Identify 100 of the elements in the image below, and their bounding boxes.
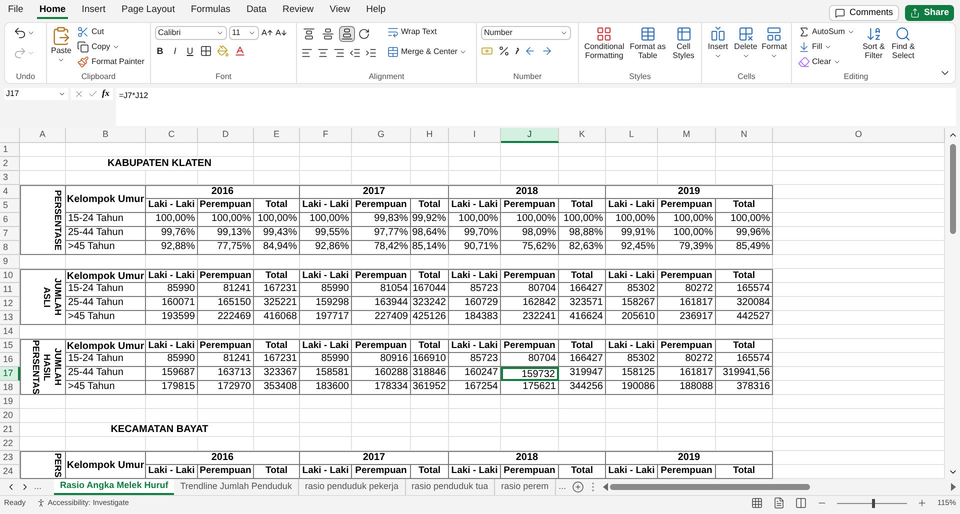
column-header[interactable]: M: [658, 128, 716, 143]
font-style-button[interactable]: B: [155, 46, 165, 56]
align-left-icon[interactable]: [301, 47, 313, 59]
empty-cell[interactable]: [606, 143, 658, 157]
empty-cell[interactable]: [411, 157, 449, 171]
row-header[interactable]: 11: [0, 283, 20, 297]
normal-view-icon[interactable]: [751, 497, 764, 509]
empty-cell[interactable]: [300, 409, 352, 423]
sheet-tab[interactable]: Rasio Angka Melek Huruf: [54, 479, 174, 495]
row-header[interactable]: 18: [0, 381, 20, 395]
page-break-icon[interactable]: [795, 497, 808, 509]
row-header[interactable]: 22: [0, 437, 20, 451]
empty-cell[interactable]: [352, 409, 411, 423]
empty-cell[interactable]: [66, 409, 146, 423]
empty-cell[interactable]: [606, 157, 658, 171]
undo-button[interactable]: [13, 26, 35, 40]
empty-cell[interactable]: [501, 157, 559, 171]
empty-cell[interactable]: [658, 423, 716, 437]
select-all-button[interactable]: [0, 128, 20, 143]
font-style-button[interactable]: I: [170, 46, 180, 56]
empty-cell[interactable]: [300, 157, 352, 171]
page-layout-icon[interactable]: [773, 497, 786, 509]
column-header[interactable]: G: [352, 128, 411, 143]
column-header[interactable]: D: [198, 128, 254, 143]
copy-button[interactable]: Copy: [75, 41, 146, 53]
name-box[interactable]: J17: [4, 88, 68, 100]
empty-cell[interactable]: [716, 423, 773, 437]
row-header[interactable]: 12: [0, 297, 20, 311]
empty-cell[interactable]: [773, 255, 945, 269]
confirm-icon[interactable]: [88, 89, 98, 99]
empty-cell[interactable]: [773, 409, 945, 423]
row-header[interactable]: 5: [0, 199, 20, 213]
font-color-icon[interactable]: [234, 45, 246, 57]
row-header[interactable]: 20: [0, 409, 20, 423]
indent-decrease-icon[interactable]: [349, 47, 361, 59]
column-header[interactable]: H: [411, 128, 449, 143]
increase-decimal-icon[interactable]: [524, 45, 536, 57]
cut-button[interactable]: Cut: [75, 26, 146, 38]
styles-button[interactable]: Format as Table: [629, 26, 666, 60]
column-header[interactable]: C: [146, 128, 198, 143]
empty-cell[interactable]: [146, 409, 198, 423]
row-header[interactable]: 23: [0, 451, 20, 465]
column-header[interactable]: F: [300, 128, 352, 143]
empty-cell[interactable]: [254, 143, 300, 157]
empty-cell[interactable]: [559, 409, 606, 423]
empty-cell[interactable]: [606, 409, 658, 423]
empty-cell[interactable]: [716, 409, 773, 423]
row-header[interactable]: 15: [0, 339, 20, 353]
column-header[interactable]: B: [66, 128, 146, 143]
share-button[interactable]: Share: [904, 5, 954, 21]
empty-cell[interactable]: [716, 157, 773, 171]
empty-cell[interactable]: [146, 143, 198, 157]
align-center-icon[interactable]: [317, 47, 329, 59]
empty-cell[interactable]: [449, 409, 501, 423]
empty-cell[interactable]: [559, 143, 606, 157]
comments-button[interactable]: Comments: [829, 5, 899, 21]
formula-field[interactable]: =J7*J12: [116, 88, 956, 126]
cells-button[interactable]: Format: [762, 26, 787, 60]
paint-bucket-icon[interactable]: [217, 45, 229, 57]
empty-cell[interactable]: [300, 423, 352, 437]
menu-tab[interactable]: Insert: [80, 3, 108, 19]
column-header[interactable]: E: [254, 128, 300, 143]
empty-cell[interactable]: [352, 143, 411, 157]
row-header[interactable]: 16: [0, 353, 20, 367]
empty-cell[interactable]: [658, 409, 716, 423]
row-header[interactable]: 24: [0, 465, 20, 479]
empty-cell[interactable]: [411, 143, 449, 157]
indent-increase-icon[interactable]: [365, 47, 377, 59]
empty-cell[interactable]: [773, 325, 945, 339]
empty-cell[interactable]: [773, 171, 945, 185]
empty-cell[interactable]: [300, 143, 352, 157]
row-header[interactable]: 19: [0, 395, 20, 409]
column-header[interactable]: O: [773, 128, 945, 143]
empty-cell[interactable]: [773, 157, 945, 171]
empty-cell[interactable]: [773, 143, 945, 157]
menu-tab[interactable]: Page Layout: [119, 3, 177, 19]
row-header[interactable]: 9: [0, 255, 20, 269]
cells-button[interactable]: Delete: [734, 26, 758, 60]
more-sheets-button[interactable]: ...: [556, 480, 570, 494]
fill-button[interactable]: Fill: [796, 41, 857, 53]
vertical-align-button[interactable]: [320, 26, 336, 42]
percent-icon[interactable]: [498, 45, 510, 57]
scroll-thumb[interactable]: [610, 484, 810, 490]
empty-cell[interactable]: [198, 409, 254, 423]
empty-cell[interactable]: [411, 409, 449, 423]
decrease-decimal-icon[interactable]: [541, 45, 553, 57]
empty-cell[interactable]: [501, 143, 559, 157]
menu-tab[interactable]: Formulas: [188, 3, 232, 19]
zoom-in-icon[interactable]: [917, 498, 928, 508]
row-header[interactable]: 13: [0, 311, 20, 325]
empty-cell[interactable]: [411, 423, 449, 437]
more-sheets-button[interactable]: ...: [34, 480, 42, 494]
wrap-text-button[interactable]: Wrap Text: [385, 26, 470, 38]
empty-cell[interactable]: [559, 423, 606, 437]
menu-tab[interactable]: Home: [37, 3, 68, 19]
empty-cell[interactable]: [254, 423, 300, 437]
empty-cell[interactable]: [606, 423, 658, 437]
cells-button[interactable]: Insert: [706, 26, 730, 60]
styles-button[interactable]: Conditional Formatting: [583, 26, 626, 60]
column-header[interactable]: A: [20, 128, 66, 143]
